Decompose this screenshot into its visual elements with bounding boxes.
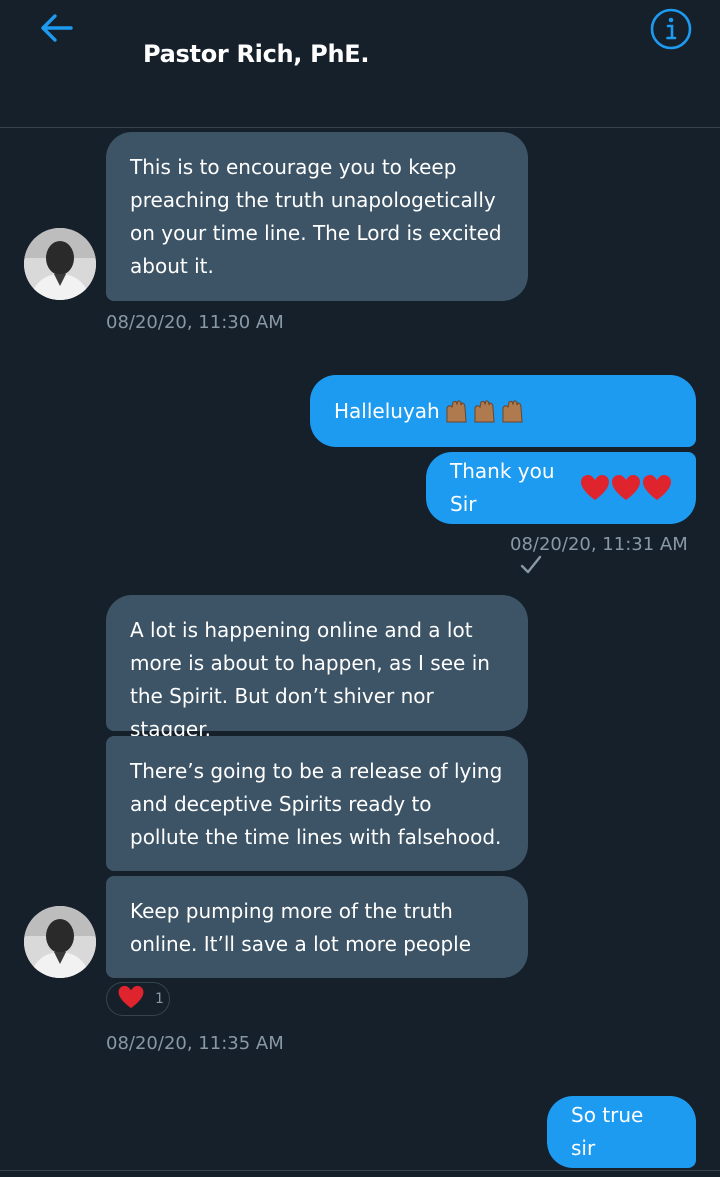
message-text: This is to encourage you to keep preachi… <box>130 155 502 278</box>
raised-hands-emoji-group <box>444 398 530 424</box>
message-text: Keep pumping more of the truth online. I… <box>130 899 472 956</box>
message-bubble-outgoing[interactable]: So true sir <box>547 1096 696 1168</box>
message-timestamp-read: 08/20/20, 11:31 AM <box>510 534 720 580</box>
sender-avatar[interactable] <box>24 228 96 300</box>
red-heart-icon <box>117 985 145 1013</box>
dm-conversation-screen: Pastor Rich, PhE. This is to encourage y… <box>0 0 720 1177</box>
message-text: There’s going to be a release of lying a… <box>130 759 503 849</box>
conversation-header: Pastor Rich, PhE. <box>0 0 720 128</box>
message-bubble-incoming[interactable]: This is to encourage you to keep preachi… <box>106 132 528 301</box>
message-text: Thank you Sir <box>450 459 555 516</box>
message-text: So true sir <box>571 1103 644 1160</box>
message-text: Halleluyah <box>334 398 440 423</box>
conversation-info-button[interactable] <box>648 8 694 54</box>
message-bubble-incoming[interactable]: A lot is happening online and a lot more… <box>106 595 528 741</box>
red-heart-emoji-group <box>580 474 672 502</box>
back-button[interactable] <box>34 10 78 50</box>
message-timestamp: 08/20/20, 11:30 AM <box>106 312 284 333</box>
message-bubble-incoming[interactable]: Keep pumping more of the truth online. I… <box>106 876 528 978</box>
message-text: A lot is happening online and a lot more… <box>130 618 490 741</box>
conversation-title: Pastor Rich, PhE. <box>143 40 370 68</box>
arrow-left-icon <box>38 12 74 48</box>
composer-divider <box>0 1170 720 1171</box>
checkmark-icon <box>520 555 542 580</box>
sender-avatar[interactable] <box>24 906 96 978</box>
message-timestamp: 08/20/20, 11:31 AM <box>510 534 688 555</box>
message-bubble-outgoing[interactable]: Halleluyah <box>310 375 696 447</box>
message-timestamp: 08/20/20, 11:35 AM <box>106 1033 284 1054</box>
info-circle-icon <box>649 7 693 55</box>
message-bubble-outgoing[interactable]: Thank you Sir <box>426 452 696 524</box>
reaction-count: 1 <box>155 991 164 1007</box>
message-bubble-incoming[interactable]: There’s going to be a release of lying a… <box>106 736 528 871</box>
message-reaction[interactable]: 1 <box>106 982 170 1016</box>
